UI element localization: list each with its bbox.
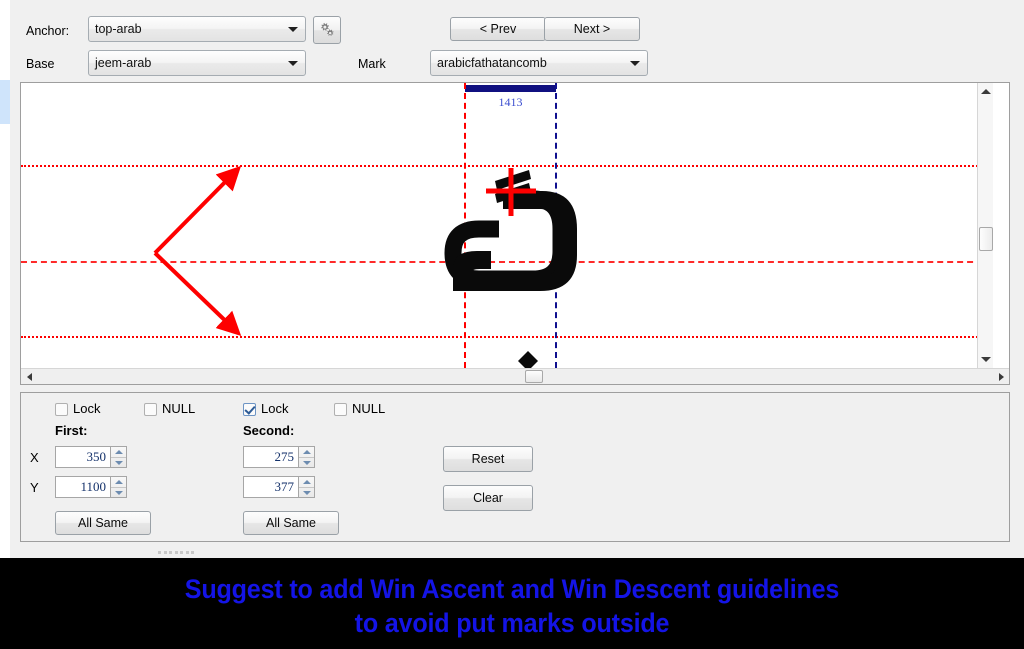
chevron-down-icon <box>288 27 298 32</box>
caption-banner: Suggest to add Win Ascent and Win Descen… <box>35 558 989 649</box>
first-lock-checkbox[interactable] <box>55 403 68 416</box>
first-y-input[interactable]: 1100 <box>55 476 111 498</box>
anchor-settings-button[interactable] <box>313 16 341 44</box>
gear-icon <box>321 22 334 36</box>
prev-button[interactable]: < Prev <box>450 17 546 41</box>
second-null-label: NULL <box>352 401 386 416</box>
triangle-left-icon <box>26 372 32 381</box>
toolbar: Anchor: top-arab Base jeem-arab < Prev N… <box>20 0 1024 80</box>
second-y-stepper[interactable] <box>299 476 315 498</box>
clear-button[interactable]: Clear <box>443 485 533 511</box>
second-y-input[interactable]: 377 <box>243 476 299 498</box>
second-all-same-button[interactable]: All Same <box>243 511 339 535</box>
scroll-up-button[interactable] <box>978 83 993 100</box>
base-select-value: jeem-arab <box>95 56 152 70</box>
triangle-down-icon <box>302 491 311 495</box>
clear-button-label: Clear <box>473 491 503 505</box>
triangle-down-icon <box>981 357 991 362</box>
mark-label: Mark <box>358 57 386 71</box>
chevron-down-icon <box>288 61 298 66</box>
anchor-select-value: top-arab <box>95 22 142 36</box>
first-y-stepper[interactable] <box>111 476 127 498</box>
base-select[interactable]: jeem-arab <box>88 50 306 76</box>
glyph-dot <box>518 351 538 368</box>
prev-button-label: < Prev <box>479 22 517 36</box>
second-y-increment[interactable] <box>299 477 314 487</box>
second-lock-label: Lock <box>261 401 289 416</box>
second-x-decrement[interactable] <box>299 458 314 468</box>
triangle-down-icon <box>114 461 123 465</box>
canvas-horizontal-scrollbar[interactable] <box>21 368 1009 384</box>
anchor-label: Anchor: <box>26 24 70 38</box>
vertical-scroll-track[interactable] <box>978 100 993 351</box>
reset-button[interactable]: Reset <box>443 446 533 472</box>
second-group-label: Second: <box>243 423 295 438</box>
horizontal-scroll-thumb[interactable] <box>525 370 543 383</box>
second-null-checkbox[interactable] <box>334 403 347 416</box>
first-x-decrement[interactable] <box>111 458 126 468</box>
first-all-same-label: All Same <box>77 516 129 530</box>
next-button[interactable]: Next > <box>544 17 640 41</box>
triangle-down-icon <box>302 461 311 465</box>
vertical-scroll-thumb[interactable] <box>979 227 993 251</box>
vertical-splitter[interactable] <box>10 0 25 558</box>
reset-button-label: Reset <box>471 452 505 466</box>
second-x-input[interactable]: 275 <box>243 446 299 468</box>
triangle-up-icon <box>114 450 123 454</box>
first-group-label: First: <box>55 423 88 438</box>
second-y-decrement[interactable] <box>299 488 314 498</box>
first-null-checkbox[interactable] <box>144 403 157 416</box>
anchor-properties-panel: Lock NULL Lock NULL First: Second: X Y 3… <box>20 392 1010 542</box>
glyph-canvas-frame: 1413 <box>20 82 1010 385</box>
caption-line-2: to avoid put marks outside <box>354 608 670 638</box>
first-y-increment[interactable] <box>111 477 126 487</box>
anchor-select[interactable]: top-arab <box>88 16 306 42</box>
first-all-same-button[interactable]: All Same <box>55 511 151 535</box>
mark-select-value: arabicfathatancomb <box>437 56 547 70</box>
first-null-label: NULL <box>162 401 196 416</box>
caption-line-1: Suggest to add Win Ascent and Win Descen… <box>184 574 840 604</box>
anchor-editor-window: Anchor: top-arab Base jeem-arab < Prev N… <box>0 0 1024 558</box>
triangle-up-icon <box>302 480 311 484</box>
glyph-drawing <box>444 168 577 368</box>
triangle-down-icon <box>114 491 123 495</box>
second-x-increment[interactable] <box>299 447 314 457</box>
triangle-up-icon <box>114 480 123 484</box>
mark-select[interactable]: arabicfathatancomb <box>430 50 648 76</box>
first-x-input[interactable]: 350 <box>55 446 111 468</box>
scroll-left-button[interactable] <box>21 369 37 384</box>
chevron-down-icon <box>630 61 640 66</box>
x-row-label: X <box>30 450 39 465</box>
glyph-list-selected-item[interactable] <box>0 80 10 124</box>
horizontal-splitter-grip[interactable] <box>158 551 194 555</box>
scroll-down-button[interactable] <box>978 351 993 368</box>
triangle-right-icon <box>998 372 1004 381</box>
first-x-increment[interactable] <box>111 447 126 457</box>
glyph-canvas[interactable]: 1413 <box>21 83 993 368</box>
scroll-right-button[interactable] <box>993 369 1009 384</box>
triangle-up-icon <box>302 450 311 454</box>
first-x-stepper[interactable] <box>111 446 127 468</box>
second-lock-checkbox[interactable] <box>243 403 256 416</box>
second-x-stepper[interactable] <box>299 446 315 468</box>
first-lock-label: Lock <box>73 401 101 416</box>
y-row-label: Y <box>30 480 39 495</box>
triangle-up-icon <box>981 89 991 94</box>
next-button-label: Next > <box>573 22 611 36</box>
first-y-decrement[interactable] <box>111 488 126 498</box>
base-label: Base <box>26 57 55 71</box>
canvas-vertical-scrollbar[interactable] <box>977 83 993 368</box>
second-all-same-label: All Same <box>265 516 317 530</box>
